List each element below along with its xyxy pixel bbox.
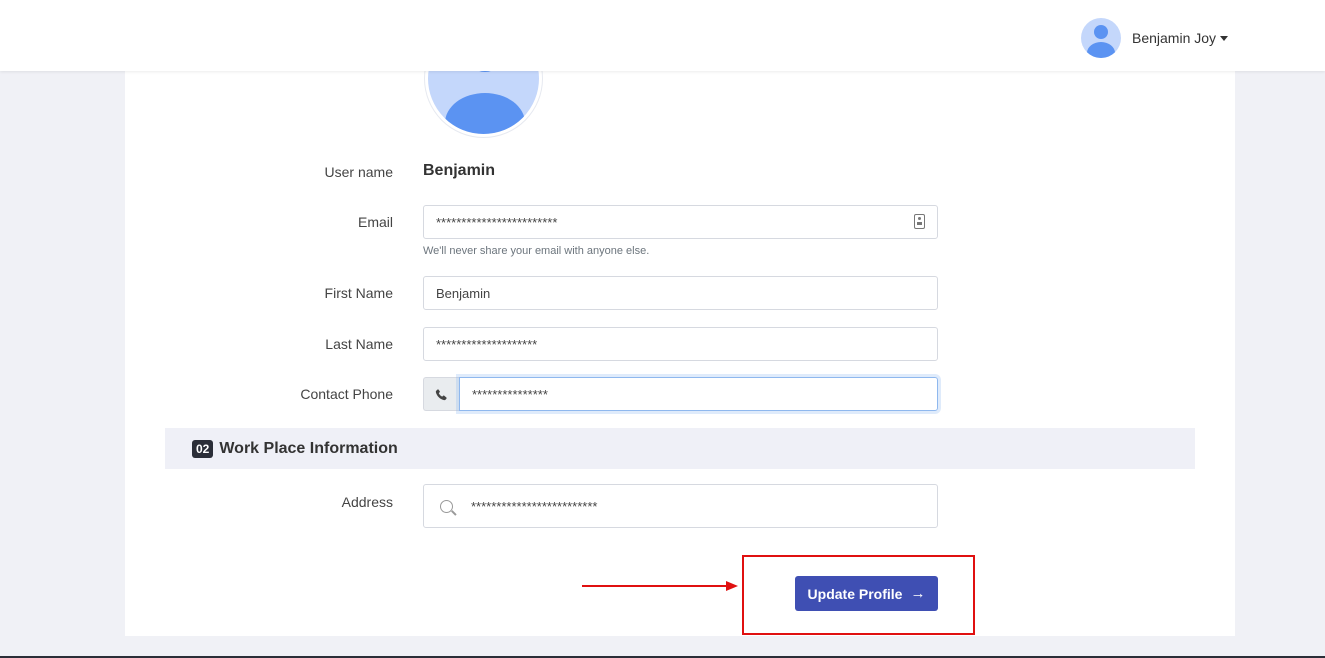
address-input[interactable]	[471, 498, 937, 514]
first-name-input[interactable]	[436, 285, 937, 301]
section-number-badge: 02	[192, 439, 214, 458]
annotation-arrow	[582, 585, 732, 587]
chevron-down-icon	[1220, 35, 1229, 41]
top-navbar: Benjamin Joy	[0, 0, 1325, 71]
email-field[interactable]	[423, 205, 938, 239]
workplace-section-header: 02 Work Place Information	[165, 428, 1195, 469]
avatar-body	[445, 93, 525, 134]
phone-icon	[435, 388, 447, 400]
user-name: Benjamin Joy	[1132, 30, 1217, 46]
annotation-arrow-head	[726, 581, 738, 591]
last-name-input[interactable]	[436, 336, 937, 352]
contact-phone-label: Contact Phone	[300, 386, 393, 402]
last-name-field[interactable]	[423, 327, 938, 361]
username-value: Benjamin	[423, 162, 496, 179]
address-field[interactable]	[423, 484, 938, 528]
update-profile-button[interactable]: Update Profile →	[795, 576, 938, 611]
contact-phone-field[interactable]	[459, 377, 938, 411]
email-help-text: We'll never share your email with anyone…	[423, 245, 650, 257]
last-name-label: Last Name	[325, 336, 393, 352]
profile-card	[125, 0, 1235, 636]
first-name-label: First Name	[324, 285, 393, 301]
update-profile-label: Update Profile	[807, 585, 903, 602]
search-icon	[440, 499, 453, 513]
email-label: Email	[357, 214, 393, 230]
section-title: Work Place Information	[219, 439, 398, 457]
first-name-field[interactable]	[423, 276, 938, 310]
avatar-body	[1087, 42, 1115, 58]
contact-phone-input[interactable]	[472, 386, 937, 402]
avatar-head	[1094, 25, 1108, 39]
arrow-right-icon: →	[910, 585, 926, 602]
contact-card-icon	[914, 214, 925, 229]
email-input[interactable]	[436, 214, 937, 230]
username-label: User name	[324, 164, 393, 180]
user-avatar	[1081, 18, 1121, 58]
user-menu[interactable]: Benjamin Joy	[1081, 18, 1229, 58]
address-label: Address	[341, 494, 393, 510]
phone-icon-addon	[423, 377, 459, 411]
